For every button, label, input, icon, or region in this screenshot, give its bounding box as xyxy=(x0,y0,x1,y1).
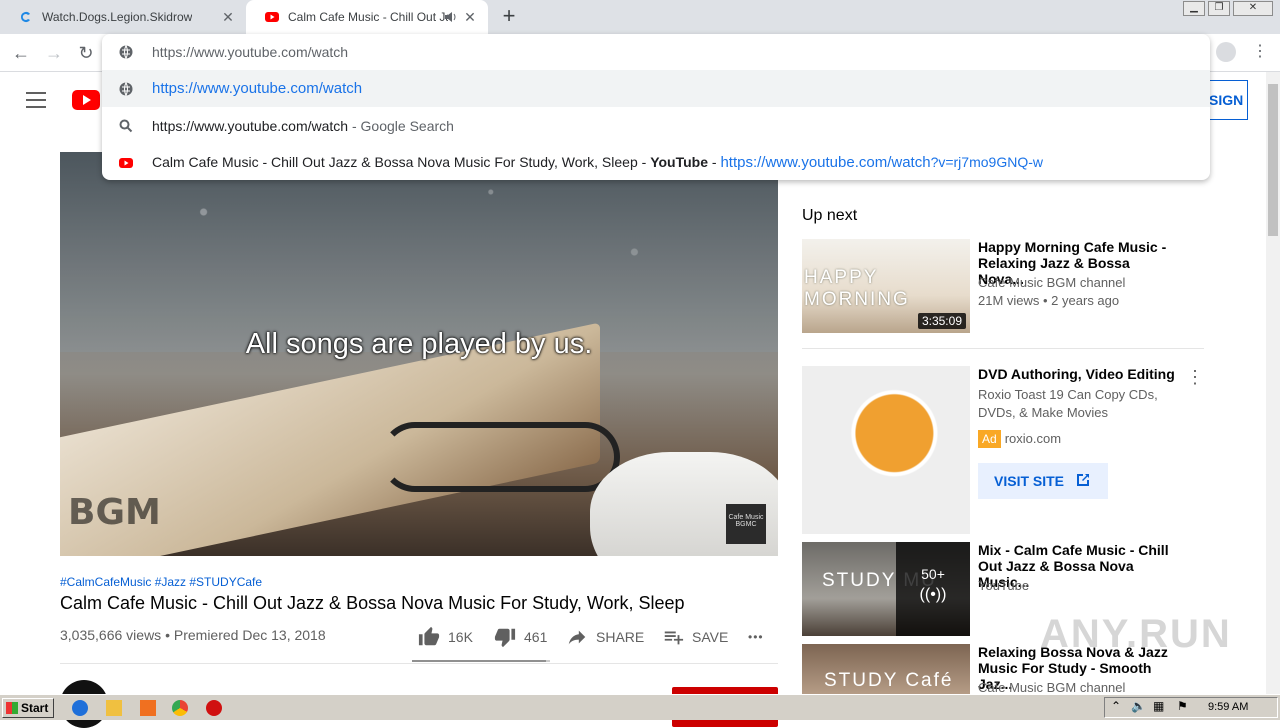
close-window-button[interactable]: ✕ xyxy=(1233,1,1273,16)
playlist-add-icon xyxy=(664,631,684,645)
related-channel[interactable]: YouTube xyxy=(978,577,1029,595)
menu-icon[interactable]: ⋮ xyxy=(1252,42,1268,64)
ad-domain-row: Ad roxio.com xyxy=(978,430,1061,448)
divider xyxy=(802,348,1204,349)
ad-badge: Ad xyxy=(978,430,1001,448)
sentiment-bar xyxy=(412,660,550,662)
hashtags[interactable]: #CalmCafeMusic #Jazz #STUDYCafe xyxy=(60,575,262,589)
thumbs-down-icon xyxy=(494,628,516,648)
dislike-count: 461 xyxy=(524,629,548,645)
video-player[interactable]: All songs are played by us. BGM Cafe Mus… xyxy=(60,152,778,556)
like-count: 16K xyxy=(448,629,473,645)
minimize-button[interactable]: ▁ xyxy=(1183,1,1205,16)
video-title: Calm Cafe Music - Chill Out Jazz & Bossa… xyxy=(60,593,685,613)
system-tray: ⌃ 🔈 ▦ ⚑ xyxy=(1104,697,1278,718)
ad-title[interactable]: DVD Authoring, Video Editing xyxy=(978,366,1178,382)
anyrun-watermark: ANY.RUN xyxy=(1040,612,1232,656)
forward-button[interactable]: → xyxy=(42,41,66,65)
video-caption: All songs are played by us. xyxy=(245,328,593,360)
chevron-up-icon[interactable]: ⌃ xyxy=(1111,699,1121,713)
warning-icon[interactable] xyxy=(206,700,222,716)
flag-icon[interactable]: ⚑ xyxy=(1177,699,1188,713)
divider xyxy=(60,663,778,664)
ad-thumbnail[interactable] xyxy=(802,366,970,534)
clock[interactable]: 9:59 AM xyxy=(1208,701,1248,713)
tab-watch-dogs[interactable]: Watch.Dogs.Legion.Skidrow ✕ xyxy=(0,0,246,34)
close-icon[interactable]: ✕ xyxy=(462,9,478,25)
start-button[interactable]: Start xyxy=(2,698,54,718)
address-bar[interactable]: https://www.youtube.com/watch xyxy=(102,34,1210,70)
kebab-menu-icon[interactable]: ⋮ xyxy=(1186,368,1204,388)
chrome-icon[interactable] xyxy=(172,700,188,716)
share-icon xyxy=(568,630,586,645)
reload-button[interactable]: ↻ xyxy=(74,41,98,65)
more-actions-icon[interactable]: ••• xyxy=(748,625,764,649)
ad-line1: Roxio Toast 19 Can Copy CDs, xyxy=(978,387,1158,402)
scrollbar-thumb[interactable] xyxy=(1268,84,1278,236)
suggestion-text: https://www.youtube.com/watch xyxy=(152,80,363,97)
youtube-icon xyxy=(119,157,133,168)
radio-icon: ((•)) xyxy=(919,586,947,603)
suggestion-text: Calm Cafe Music - Chill Out Jazz & Bossa… xyxy=(152,154,1043,171)
new-tab-button[interactable]: + xyxy=(498,5,520,28)
duration-badge: 3:35:09 xyxy=(917,313,966,329)
close-icon[interactable]: ✕ xyxy=(220,9,236,25)
profile-avatar-icon[interactable] xyxy=(1216,42,1236,62)
windows-logo-icon xyxy=(6,702,18,714)
video-glasses-shape xyxy=(380,422,620,492)
tab-youtube[interactable]: Calm Cafe Music - Chill Out Jazz & Bossa… xyxy=(246,0,488,34)
share-button[interactable]: SHARE xyxy=(566,625,644,649)
thumbnail-relaxing-bossa[interactable]: STUDY Café xyxy=(802,644,970,694)
explorer-icon[interactable] xyxy=(106,700,122,716)
suggestion-text: https://www.youtube.com/watch - Google S… xyxy=(152,117,454,134)
related-channel[interactable]: Cafe Music BGM channel xyxy=(978,274,1125,292)
globe-icon xyxy=(119,45,133,59)
mix-count-overlay: 50+ ((•)) xyxy=(896,542,970,636)
related-stats: 21M views • 2 years ago xyxy=(978,293,1120,308)
up-next-heading: Up next xyxy=(802,207,858,224)
thumbnail-mix[interactable]: STUDY MU 50+ ((•)) xyxy=(802,542,970,636)
suggestion-search[interactable]: https://www.youtube.com/watch - Google S… xyxy=(102,107,1210,144)
omnibox-dropdown: https://www.youtube.com/watch https://ww… xyxy=(102,34,1210,180)
visit-site-button[interactable]: VISIT SITE xyxy=(978,463,1108,499)
ie-icon[interactable] xyxy=(72,700,88,716)
sentiment-bar-fill xyxy=(412,660,547,662)
restore-button[interactable]: ❐ xyxy=(1208,1,1230,16)
address-input[interactable]: https://www.youtube.com/watch xyxy=(152,44,348,60)
like-button[interactable]: 16K xyxy=(418,625,473,649)
video-meta: 3,035,666 views • Premiered Dec 13, 2018 xyxy=(60,627,326,643)
channel-branding-icon[interactable]: Cafe Music BGMC xyxy=(726,504,766,544)
thumbnail-happy-morning[interactable]: HAPPY MORNING 3:35:09 xyxy=(802,239,970,333)
suggestion-history[interactable]: Calm Cafe Music - Chill Out Jazz & Bossa… xyxy=(102,144,1210,181)
tab-label: Calm Cafe Music - Chill Out Jazz & Bossa… xyxy=(288,10,448,24)
external-link-icon xyxy=(1076,474,1089,486)
suggestion-url[interactable]: https://www.youtube.com/watch xyxy=(102,70,1210,107)
speaker-icon[interactable] xyxy=(444,10,458,24)
tab-strip: Watch.Dogs.Legion.Skidrow ✕ Calm Cafe Mu… xyxy=(0,0,1280,34)
thumbs-up-icon xyxy=(418,626,440,646)
speaker-icon[interactable]: 🔈 xyxy=(1131,699,1146,713)
video-background xyxy=(60,152,778,352)
network-icon[interactable]: ▦ xyxy=(1153,699,1164,713)
ad-line2: DVDs, & Make Movies xyxy=(978,405,1109,420)
windows-taskbar: Start ⌃ 🔈 ▦ ⚑ 9:59 AM xyxy=(0,694,1280,720)
tab-label: Watch.Dogs.Legion.Skidrow xyxy=(42,10,192,24)
hamburger-icon[interactable] xyxy=(26,92,46,108)
edge-download-icon xyxy=(21,11,30,22)
media-player-icon[interactable] xyxy=(140,700,156,716)
back-button[interactable]: ← xyxy=(9,41,33,65)
dislike-button[interactable]: 461 xyxy=(494,625,547,649)
video-watermark: BGM xyxy=(68,492,161,533)
youtube-logo[interactable] xyxy=(72,90,100,110)
search-icon xyxy=(119,119,133,132)
save-button[interactable]: SAVE xyxy=(662,625,728,649)
youtube-icon xyxy=(265,12,279,22)
globe-icon xyxy=(119,81,133,96)
